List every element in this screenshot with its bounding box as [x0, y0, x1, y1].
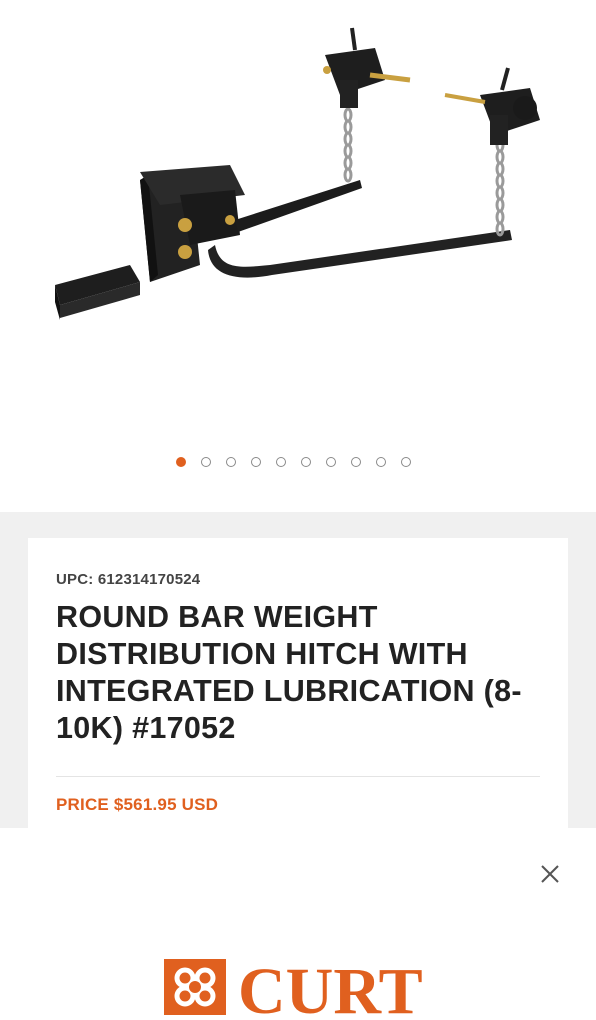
carousel-dot-3[interactable]: [226, 457, 236, 467]
brand-wordmark: CURT: [238, 955, 423, 1017]
carousel-dot-4[interactable]: [251, 457, 261, 467]
product-upc: UPC: 612314170524: [56, 571, 201, 588]
product-price: PRICE $561.95 USD: [56, 795, 219, 814]
carousel-dot-8[interactable]: [351, 457, 361, 467]
close-icon[interactable]: [536, 860, 564, 888]
carousel-dot-7[interactable]: [326, 457, 336, 467]
carousel-dot-5[interactable]: [276, 457, 286, 467]
carousel-dot-9[interactable]: [376, 457, 386, 467]
curt-logo: CURT: [164, 955, 423, 1017]
carousel-dot-6[interactable]: [301, 457, 311, 467]
product-title: ROUND BAR WEIGHT DISTRIBUTION HITCH WITH…: [56, 600, 522, 745]
carousel-dots: [176, 457, 411, 467]
divider: [56, 776, 540, 777]
carousel-dot-1[interactable]: [176, 457, 186, 467]
carousel-dot-10[interactable]: [401, 457, 411, 467]
product-image: [55, 27, 540, 320]
carousel-dot-2[interactable]: [201, 457, 211, 467]
product-gallery[interactable]: [0, 0, 596, 512]
